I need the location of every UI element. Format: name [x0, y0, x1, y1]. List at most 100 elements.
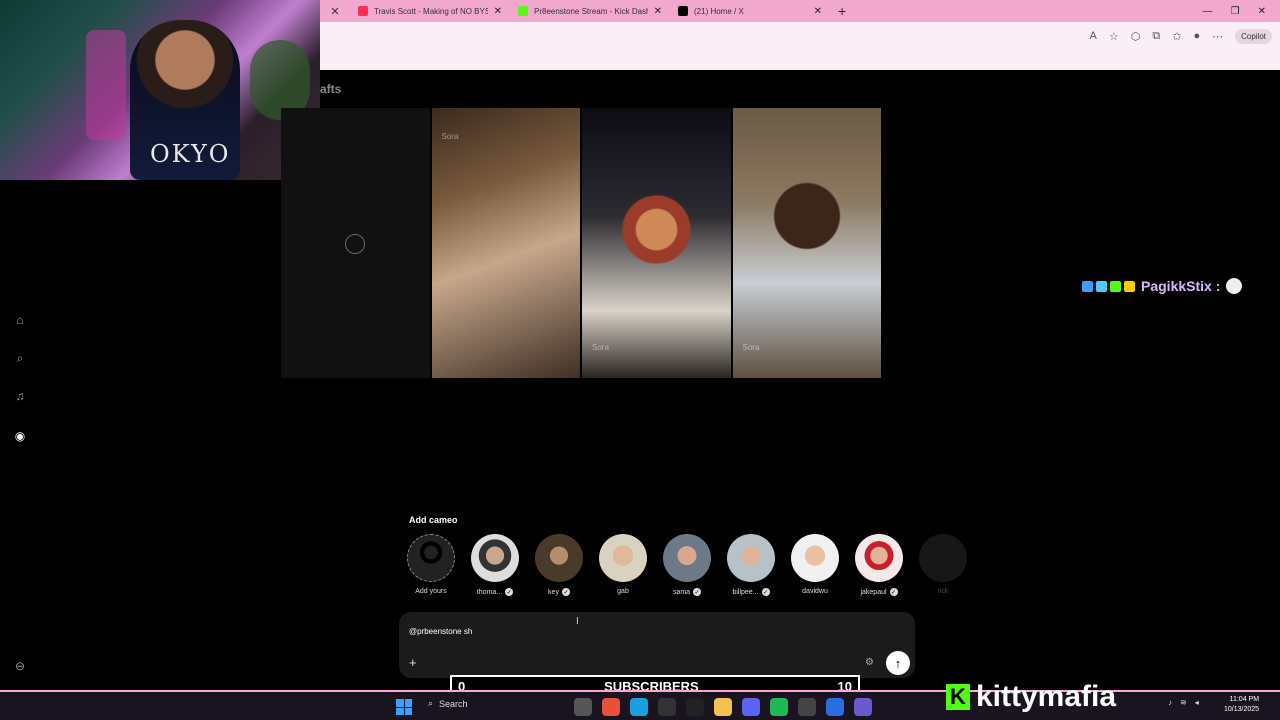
badge-icon — [1082, 280, 1093, 292]
cameo-item[interactable]: sama ✓ — [662, 534, 712, 596]
task-view-icon[interactable] — [574, 698, 592, 716]
favorites-icon[interactable]: ✩ — [1172, 30, 1181, 43]
cameo-add-yours[interactable]: Add yours — [406, 534, 456, 596]
bell-icon[interactable]: ♫ — [12, 388, 28, 404]
avatar — [727, 534, 775, 582]
tab-3[interactable]: (21) Home / X ✕ — [670, 0, 830, 22]
date: 10/13/2025 — [1224, 706, 1260, 713]
split-screen-icon[interactable]: ⧉ — [1152, 30, 1160, 43]
cameo-item[interactable]: gab — [598, 534, 648, 596]
folder-icon[interactable] — [714, 698, 732, 716]
cameo-item[interactable]: jakepaul ✓ — [854, 534, 904, 596]
cameo-item[interactable]: davidwu — [790, 534, 840, 596]
home-icon[interactable]: ⌂ — [12, 312, 28, 328]
brand-name: kittymafia — [976, 680, 1117, 713]
verified-icon: ✓ — [561, 588, 570, 596]
extensions-icon[interactable]: ⬡ — [1131, 30, 1141, 43]
mic-icon[interactable]: ♪ — [1168, 698, 1172, 707]
window-controls: — ❐ ✕ — [1203, 6, 1280, 17]
clock[interactable]: 11:04 PM 10/13/2025 — [1224, 695, 1259, 715]
cameo-name: key — [548, 588, 559, 596]
verified-icon: ✓ — [693, 588, 702, 596]
discord-icon[interactable] — [742, 698, 760, 716]
app-icon[interactable] — [686, 698, 704, 716]
minimize-icon[interactable]: — — [1203, 6, 1213, 17]
cameo-item[interactable]: thoma... ✓ — [470, 534, 520, 596]
plus-icon[interactable]: + — [409, 655, 417, 670]
cameo-item[interactable]: rick — [918, 534, 968, 596]
tab-1[interactable]: Travis Scott - Making of NO BYSTAI ✕ — [350, 0, 510, 22]
cameo-list: Add yours thoma... ✓ key ✓ gab sama ✓ billp… — [406, 534, 968, 596]
badge-icon — [1110, 280, 1121, 292]
more-icon[interactable]: ⋯ — [1212, 30, 1223, 43]
prompt-composer[interactable]: @prbeenstone sh + ⚙ ↑ — [399, 612, 915, 678]
draft-video-3[interactable]: Sora — [732, 108, 881, 378]
draft-video-2[interactable]: Sora — [582, 108, 731, 378]
draft-loading[interactable] — [281, 108, 430, 378]
tab-title: (21) Home / X — [694, 6, 744, 16]
url-input[interactable] — [328, 26, 1090, 46]
taskbar-search-label: Search — [439, 698, 468, 709]
edge-icon[interactable] — [630, 698, 648, 716]
search-icon[interactable]: ⌕ — [12, 350, 28, 366]
avatar — [663, 534, 711, 582]
draft-video-1[interactable]: Sora — [431, 108, 580, 378]
profile-icon[interactable]: ◉ — [12, 428, 28, 444]
wifi-icon[interactable]: ≋ — [1180, 698, 1187, 707]
windows-start-icon[interactable] — [396, 699, 412, 715]
shirt-print: OKYO — [150, 140, 231, 168]
avatar — [471, 534, 519, 582]
chat-badges — [1082, 280, 1135, 292]
taskbar-apps — [574, 698, 872, 716]
cameo-name: sama — [672, 588, 691, 596]
address-bar: A ☆ ⬡ ⧉ ✩ ● ⋯ Copilot — [320, 22, 1280, 50]
text-cursor-icon: I — [576, 616, 579, 627]
new-tab-icon[interactable]: + — [838, 3, 846, 19]
send-button[interactable]: ↑ — [886, 651, 910, 675]
tab-title: Pr8eenstone Stream - Kick Dashbo — [534, 6, 648, 16]
cameo-name: rick — [937, 588, 949, 595]
emote-icon — [1226, 278, 1243, 294]
x-icon — [678, 6, 688, 16]
badge-icon — [1096, 280, 1107, 292]
chat-message: PagikkStix : — [1082, 278, 1243, 294]
tab-close-icon[interactable]: ✕ — [814, 6, 822, 17]
cameo-name: gab — [617, 588, 629, 595]
copilot-app-icon[interactable] — [602, 698, 620, 716]
spotify-icon[interactable] — [770, 698, 788, 716]
bookmarks-strip — [320, 50, 1280, 70]
watermark: Sora — [592, 343, 609, 352]
add-cameo-title: Add cameo — [409, 515, 458, 525]
crown-icon — [1124, 280, 1135, 292]
time: 11:04 PM — [1229, 696, 1260, 703]
taskbar-search[interactable]: ⌕ Search — [428, 698, 468, 709]
kick-icon — [518, 6, 528, 16]
lamp-image — [86, 30, 126, 140]
favorite-star-icon[interactable]: ☆ — [1109, 30, 1119, 43]
cameo-item[interactable]: key ✓ — [534, 534, 584, 596]
cameo-name: Add yours — [415, 588, 447, 595]
tab-close-icon[interactable]: ✕ — [654, 6, 662, 17]
avatar — [599, 534, 647, 582]
prompt-input[interactable]: @prbeenstone sh — [409, 627, 472, 636]
close-window-icon[interactable]: ✕ — [1258, 6, 1266, 17]
steam-icon[interactable] — [798, 698, 816, 716]
read-aloud-icon[interactable]: A — [1090, 30, 1097, 42]
tab-title: Travis Scott - Making of NO BYSTAI — [374, 6, 488, 16]
verified-icon: ✓ — [761, 588, 770, 596]
cameo-item[interactable]: billpee... ✓ — [726, 534, 776, 596]
sliders-icon[interactable]: ⚙ — [865, 657, 874, 668]
close-icon[interactable]: ✕ — [320, 5, 350, 18]
app-icon[interactable] — [854, 698, 872, 716]
tab-close-icon[interactable]: ✕ — [494, 6, 502, 17]
store-icon[interactable] — [658, 698, 676, 716]
tab-2[interactable]: Pr8eenstone Stream - Kick Dashbo ✕ — [510, 0, 670, 22]
app-icon[interactable] — [826, 698, 844, 716]
copilot-button[interactable]: Copilot — [1235, 28, 1272, 44]
volume-icon[interactable]: ◂ — [1195, 698, 1199, 707]
chat-username: PagikkStix : — [1141, 278, 1221, 294]
settings-icon[interactable]: ⊖ — [12, 658, 28, 674]
restore-icon[interactable]: ❐ — [1231, 6, 1240, 17]
profile-icon[interactable]: ● — [1193, 30, 1200, 42]
page-title: afts — [320, 82, 342, 96]
